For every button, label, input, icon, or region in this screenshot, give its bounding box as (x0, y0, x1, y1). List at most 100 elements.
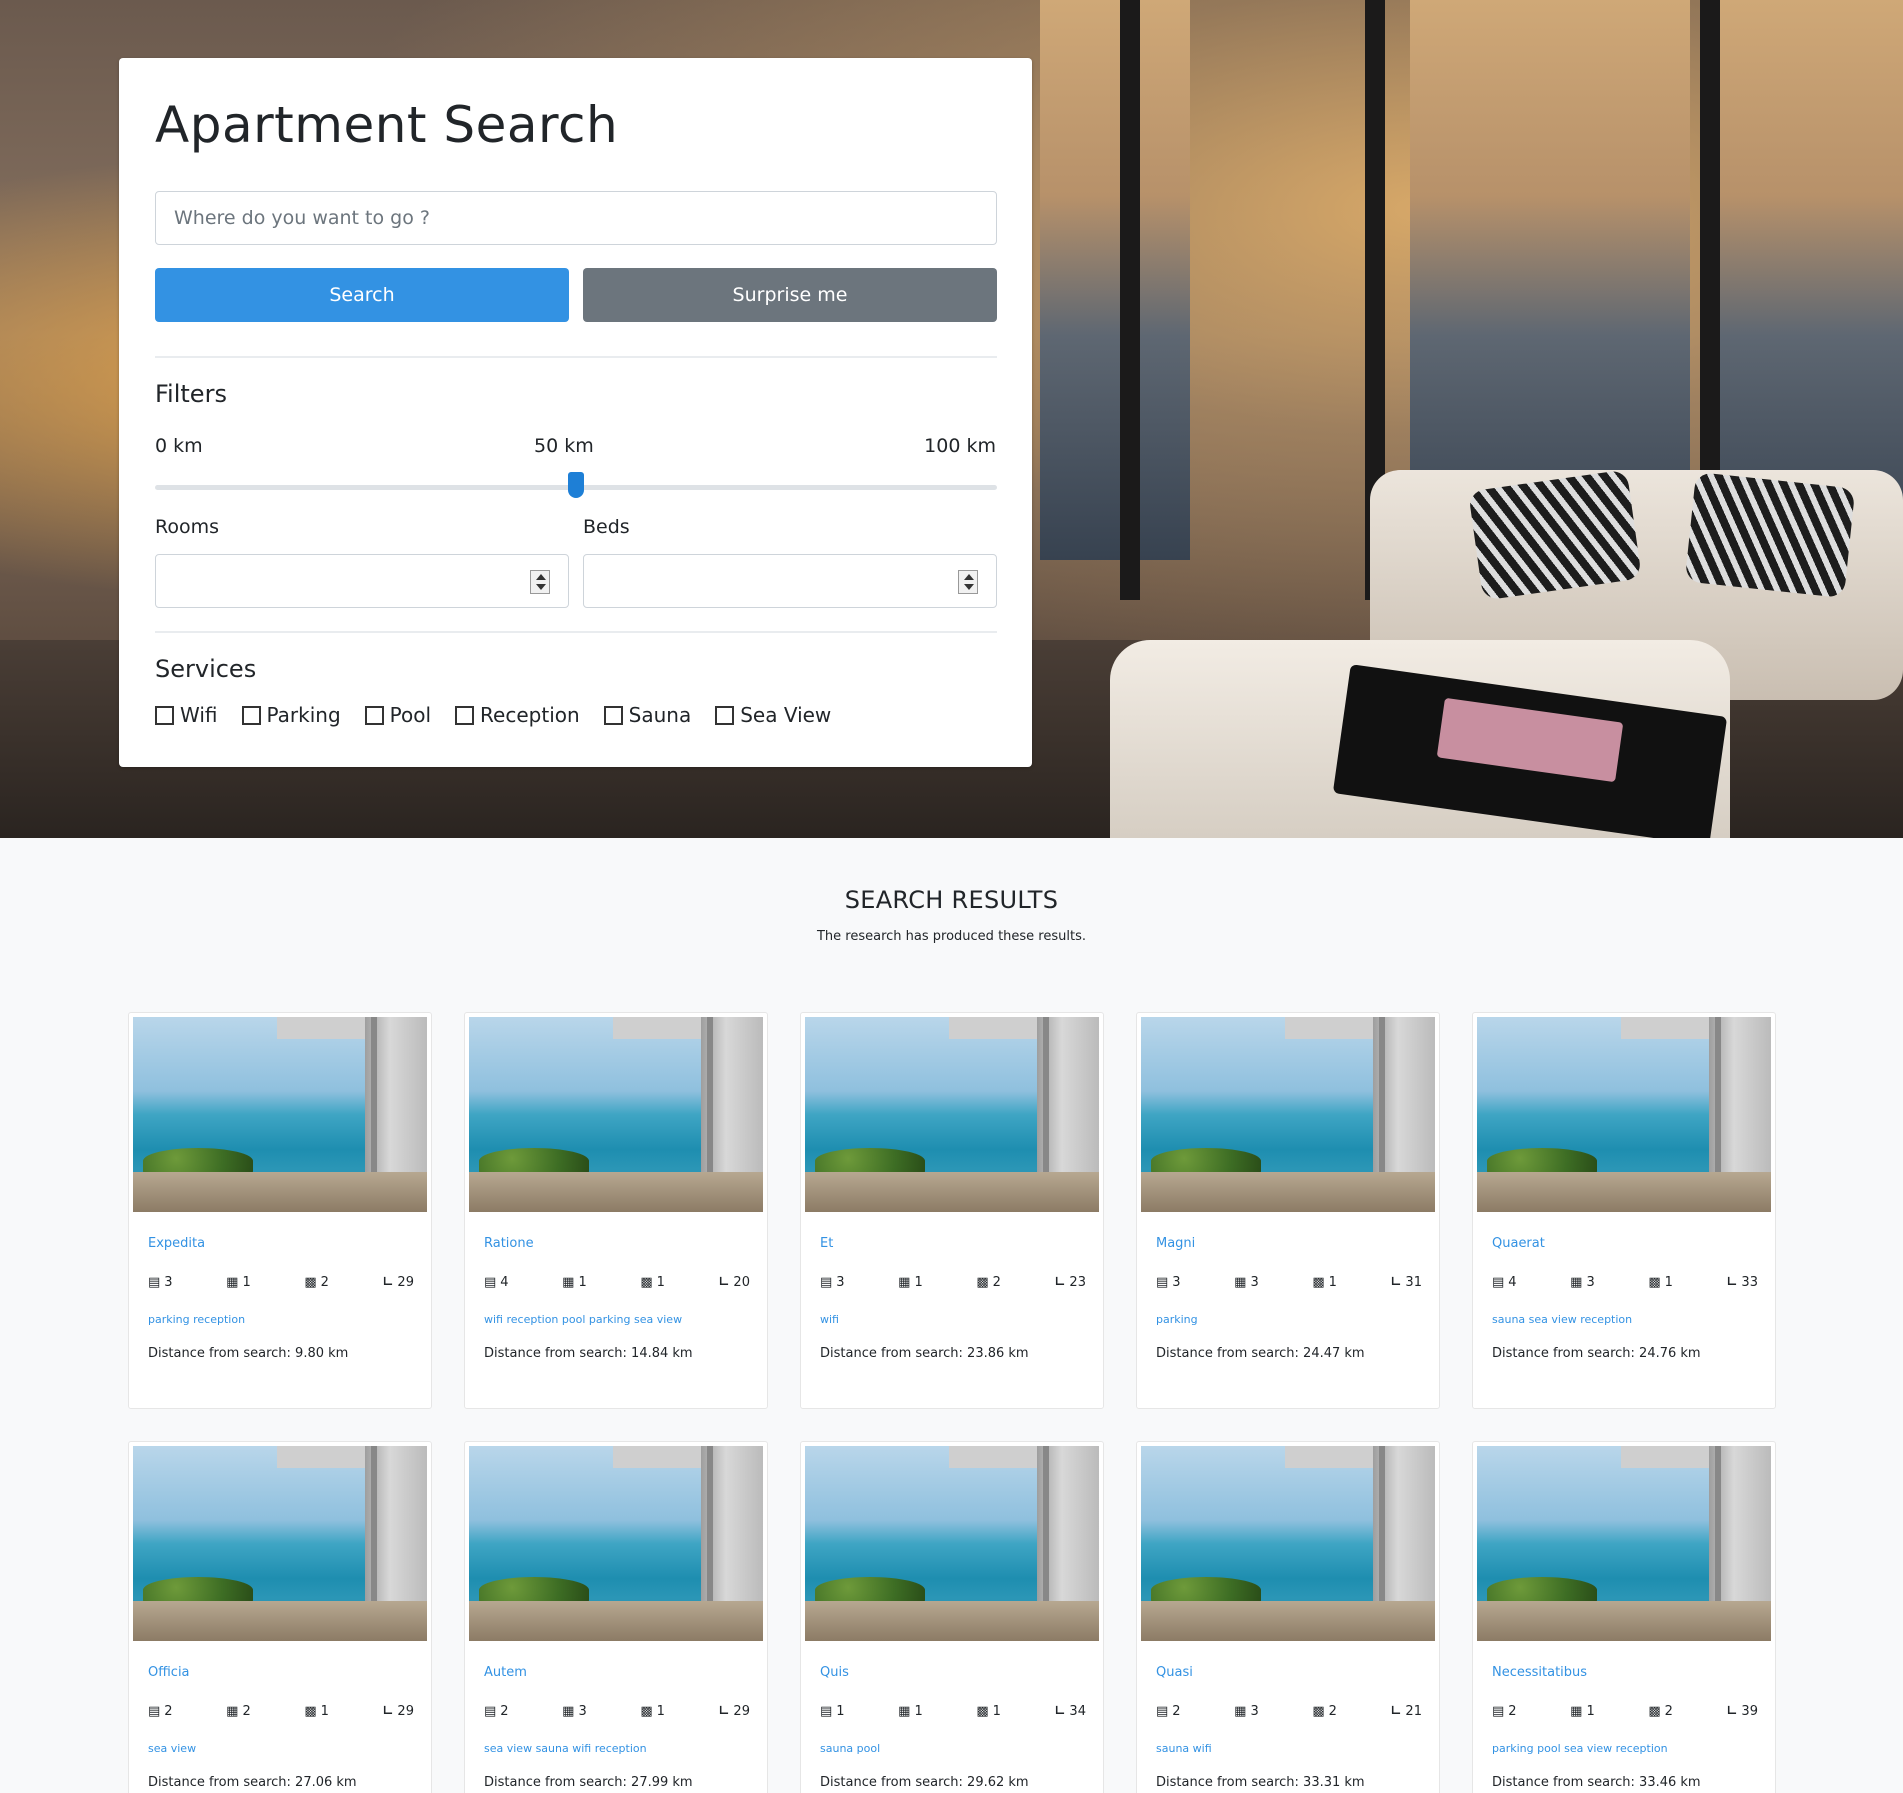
distance-text: Distance from search: 23.86 km (820, 1346, 1029, 1361)
size-stat: ∟ 31 (1390, 1275, 1422, 1290)
service-parking[interactable]: Parking (241, 703, 341, 727)
area-icon: ∟ (1726, 1704, 1738, 1719)
checkbox[interactable] (455, 705, 475, 725)
beds-stat: ▤ 3 (820, 1275, 845, 1290)
checkbox[interactable] (603, 705, 623, 725)
apartment-stats: ▤ 3 ▦ 3 ▩ 1 ∟ 31 (1156, 1275, 1422, 1290)
apartment-stats: ▤ 2 ▦ 3 ▩ 1 ∟ 29 (484, 1704, 750, 1719)
door-icon: ▦ (1234, 1275, 1247, 1290)
service-tags[interactable]: parking pool sea view reception (1492, 1742, 1668, 1755)
apartment-photo[interactable] (1477, 1446, 1771, 1641)
apartment-photo[interactable] (1141, 1446, 1435, 1641)
distance-slider-thumb[interactable] (568, 472, 584, 498)
rooms-stepper[interactable] (530, 570, 550, 594)
apartment-photo[interactable] (133, 1017, 427, 1212)
area-icon: ∟ (1390, 1704, 1402, 1719)
toilet-icon: ▩ (1648, 1704, 1661, 1719)
surprise-me-button[interactable]: Surprise me (583, 268, 997, 322)
apartment-photo[interactable] (469, 1446, 763, 1641)
result-card[interactable]: Quaerat ▤ 4 ▦ 3 ▩ 1 ∟ 33 sauna sea view reception… (1472, 1012, 1776, 1409)
apartment-photo[interactable] (1477, 1017, 1771, 1212)
apartment-name-link[interactable]: Quis (820, 1665, 849, 1680)
apartment-photo[interactable] (1141, 1017, 1435, 1212)
apartment-name-link[interactable]: Ratione (484, 1236, 534, 1251)
apartment-name-link[interactable]: Expedita (148, 1236, 205, 1251)
apartment-name-link[interactable]: Autem (484, 1665, 527, 1680)
checkbox[interactable] (241, 705, 261, 725)
toilet-icon: ▩ (976, 1275, 989, 1290)
service-wifi[interactable]: Wifi (155, 703, 218, 727)
service-tags[interactable]: wifi reception pool parking sea view (484, 1313, 682, 1326)
checkbox[interactable] (715, 705, 735, 725)
search-card: Apartment Search Search Surprise me Filt… (119, 58, 1032, 767)
bathrooms-stat: ▩ 2 (1312, 1704, 1337, 1719)
result-card[interactable]: Ratione ▤ 4 ▦ 1 ▩ 1 ∟ 20 wifi reception pool park… (464, 1012, 768, 1409)
result-card[interactable]: Officia ▤ 2 ▦ 2 ▩ 1 ∟ 29 sea view Distance from se… (128, 1441, 432, 1793)
service-tags[interactable]: sauna pool (820, 1742, 880, 1755)
apartment-name-link[interactable]: Quasi (1156, 1665, 1193, 1680)
service-sauna[interactable]: Sauna (603, 703, 691, 727)
area-icon: ∟ (382, 1704, 394, 1719)
service-tags[interactable]: parking (1156, 1313, 1198, 1326)
apartment-stats: ▤ 2 ▦ 2 ▩ 1 ∟ 29 (148, 1704, 414, 1719)
service-sea-view[interactable]: Sea View (715, 703, 831, 727)
result-card[interactable]: Quasi ▤ 2 ▦ 3 ▩ 2 ∟ 21 sauna wifi Distance from se… (1136, 1441, 1440, 1793)
service-tags[interactable]: parking reception (148, 1313, 245, 1326)
beds-stat: ▤ 4 (1492, 1275, 1517, 1290)
checkbox[interactable] (155, 705, 174, 725)
size-stat: ∟ 29 (382, 1704, 414, 1719)
result-card[interactable]: Expedita ▤ 3 ▦ 1 ▩ 2 ∟ 29 parking reception Distan… (128, 1012, 432, 1409)
rooms-stat: ▦ 2 (226, 1704, 251, 1719)
services-heading: Services (155, 655, 257, 683)
apartment-photo[interactable] (133, 1446, 427, 1641)
rooms-input[interactable] (155, 554, 569, 608)
service-pool[interactable]: Pool (364, 703, 431, 727)
bed-icon: ▤ (484, 1275, 497, 1290)
beds-stat: ▤ 2 (484, 1704, 509, 1719)
apartment-photo[interactable] (805, 1017, 1099, 1212)
size-stat: ∟ 33 (1726, 1275, 1758, 1290)
distance-text: Distance from search: 33.46 km (1492, 1775, 1701, 1790)
size-stat: ∟ 34 (1054, 1704, 1086, 1719)
search-button[interactable]: Search (155, 268, 569, 322)
result-card[interactable]: Magni ▤ 3 ▦ 3 ▩ 1 ∟ 31 parking Distance from searc… (1136, 1012, 1440, 1409)
rooms-stat: ▦ 3 (1234, 1704, 1259, 1719)
apartment-stats: ▤ 3 ▦ 1 ▩ 2 ∟ 29 (148, 1275, 414, 1290)
size-stat: ∟ 21 (1390, 1704, 1422, 1719)
bathrooms-stat: ▩ 2 (1648, 1704, 1673, 1719)
destination-input[interactable] (155, 191, 997, 245)
toilet-icon: ▩ (304, 1275, 317, 1290)
door-icon: ▦ (898, 1704, 911, 1719)
result-card[interactable]: Autem ▤ 2 ▦ 3 ▩ 1 ∟ 29 sea view sauna wifi recept… (464, 1441, 768, 1793)
beds-stepper[interactable] (958, 570, 978, 594)
apartment-stats: ▤ 2 ▦ 3 ▩ 2 ∟ 21 (1156, 1704, 1422, 1719)
bathrooms-stat: ▩ 1 (976, 1704, 1001, 1719)
apartment-photo[interactable] (805, 1446, 1099, 1641)
apartment-name-link[interactable]: Magni (1156, 1236, 1195, 1251)
result-card[interactable]: Quis ▤ 1 ▦ 1 ▩ 1 ∟ 34 sauna pool Distance from sea… (800, 1441, 1104, 1793)
result-card[interactable]: Et ▤ 3 ▦ 1 ▩ 2 ∟ 23 wifi Distance from search: 23.… (800, 1012, 1104, 1409)
distance-text: Distance from search: 29.62 km (820, 1775, 1029, 1790)
apartment-name-link[interactable]: Et (820, 1236, 833, 1251)
door-icon: ▦ (226, 1275, 239, 1290)
service-tags[interactable]: sea view (148, 1742, 196, 1755)
results-title: SEARCH RESULTS (844, 886, 1059, 914)
service-tags[interactable]: wifi (820, 1313, 839, 1326)
service-reception[interactable]: Reception (455, 703, 580, 727)
service-tags[interactable]: sauna sea view reception (1492, 1313, 1632, 1326)
door-icon: ▦ (1234, 1704, 1247, 1719)
service-tags[interactable]: sauna wifi (1156, 1742, 1212, 1755)
beds-input[interactable] (583, 554, 997, 608)
area-icon: ∟ (1726, 1275, 1738, 1290)
bathrooms-stat: ▩ 1 (304, 1704, 329, 1719)
area-icon: ∟ (382, 1275, 394, 1290)
checkbox[interactable] (364, 705, 384, 725)
apartment-photo[interactable] (469, 1017, 763, 1212)
divider (155, 631, 997, 633)
apartment-stats: ▤ 4 ▦ 3 ▩ 1 ∟ 33 (1492, 1275, 1758, 1290)
result-card[interactable]: Necessitatibus ▤ 2 ▦ 1 ▩ 2 ∟ 39 parking pool sea … (1472, 1441, 1776, 1793)
service-tags[interactable]: sea view sauna wifi reception (484, 1742, 647, 1755)
apartment-name-link[interactable]: Officia (148, 1665, 190, 1680)
apartment-name-link[interactable]: Necessitatibus (1492, 1665, 1587, 1680)
apartment-name-link[interactable]: Quaerat (1492, 1236, 1545, 1251)
